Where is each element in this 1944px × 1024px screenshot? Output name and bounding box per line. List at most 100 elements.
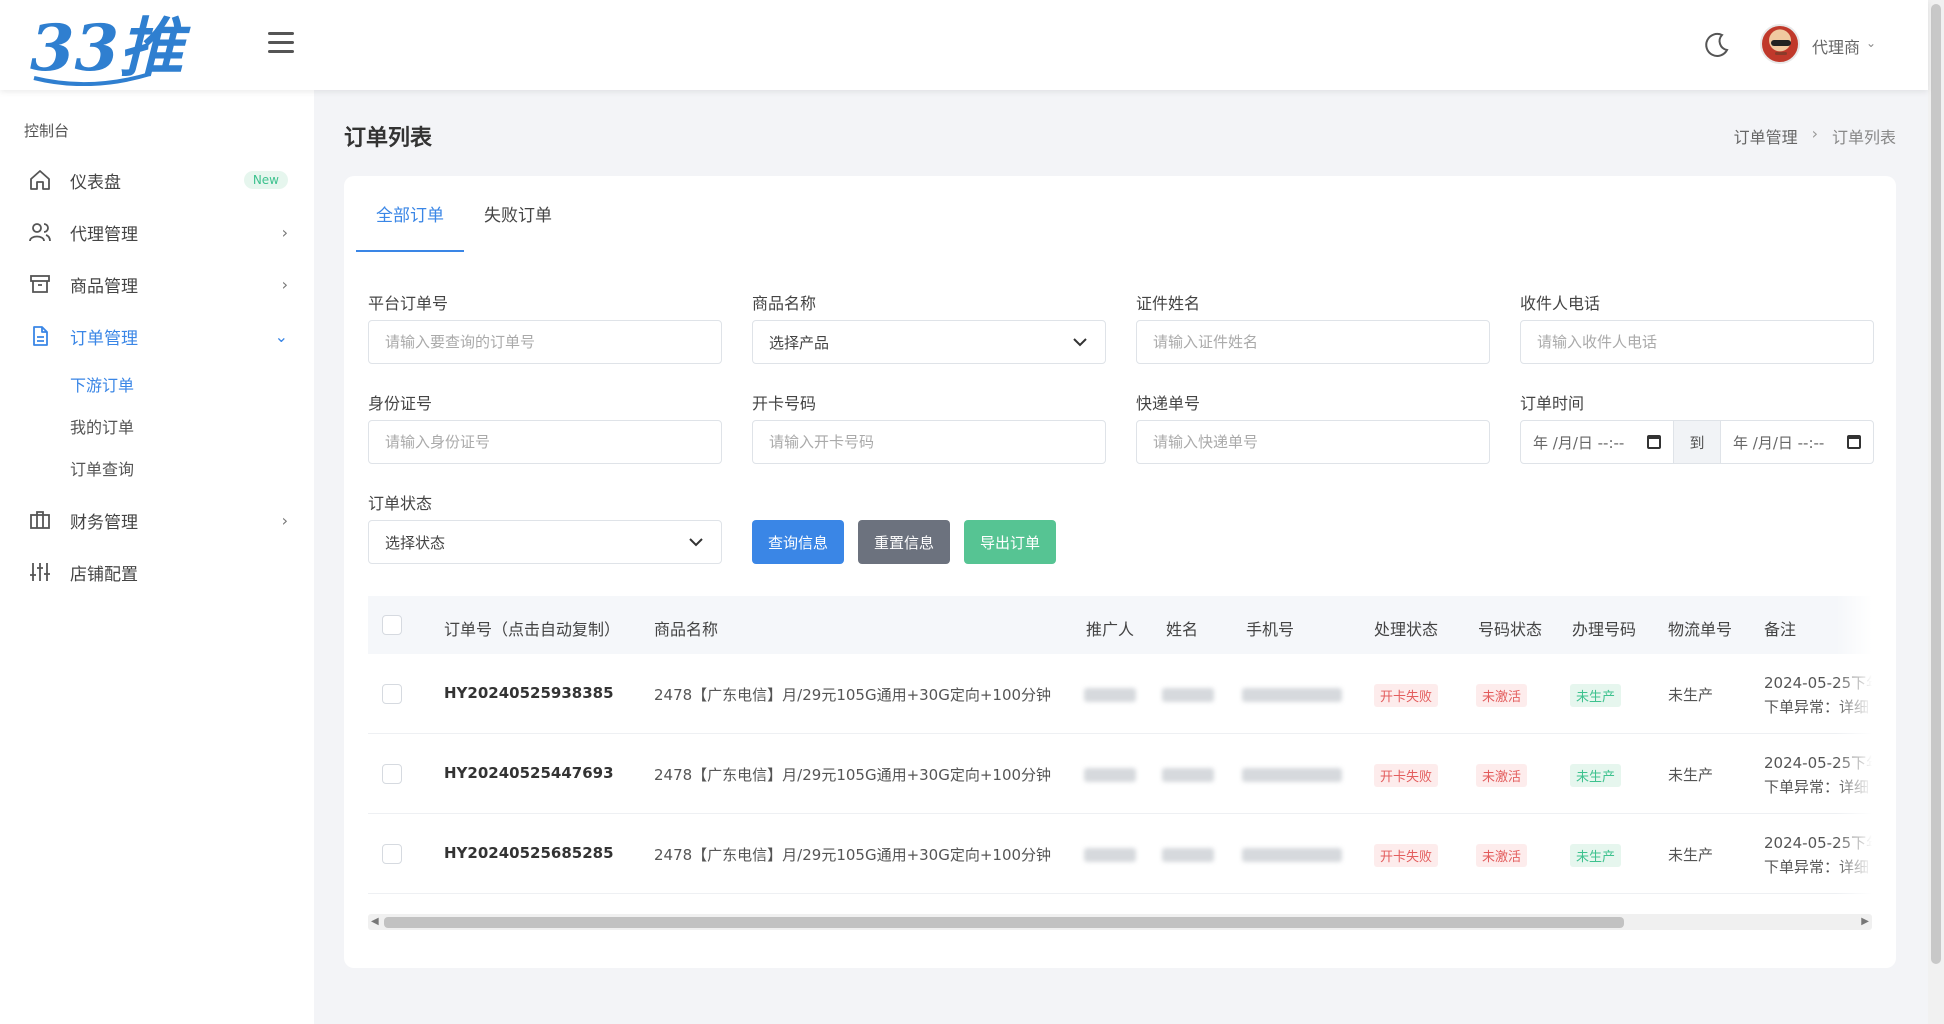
- order-status-label: 订单状态: [368, 494, 433, 513]
- order-no-cell[interactable]: HY20240525447693: [444, 764, 614, 782]
- logistics-cell: 未生产: [1668, 846, 1714, 864]
- product-name-label: 商品名称: [752, 294, 817, 313]
- header-order-no: 订单号（点击自动复制）: [444, 620, 621, 639]
- order-time-end-input[interactable]: 年 /月/日 --:--: [1720, 420, 1874, 464]
- table-row[interactable]: HY20240525938385 2478【广东电信】月/29元105G通用+3…: [368, 654, 1872, 734]
- sidebar-item-label: 仪表盘: [70, 172, 121, 193]
- handle-number-badge: 未生产: [1570, 684, 1622, 707]
- receiver-phone-input[interactable]: [1520, 320, 1874, 364]
- query-button[interactable]: 查询信息: [752, 520, 845, 564]
- brand-logo[interactable]: 33推: [30, 8, 220, 86]
- table-header: 订单号（点击自动复制） 商品名称 推广人 姓名 手机号 处理状态 号码状态 办理…: [368, 596, 1872, 654]
- tab-failed-orders[interactable]: 失败订单: [464, 176, 572, 252]
- breadcrumb-item-order-management[interactable]: 订单管理: [1734, 124, 1798, 148]
- reset-button[interactable]: 重置信息: [858, 520, 951, 564]
- product-cell: 2478【广东电信】月/29元105G通用+30G定向+100分钟: [654, 766, 1052, 784]
- vertical-scroll-thumb[interactable]: [1931, 4, 1941, 964]
- user-avatar[interactable]: [1760, 24, 1800, 64]
- promoter-blurred: [1084, 688, 1136, 702]
- sidebar-subitem-my-orders[interactable]: 我的订单: [70, 414, 134, 438]
- tab-all-orders[interactable]: 全部订单: [356, 176, 464, 252]
- platform-order-label: 平台订单号: [368, 294, 449, 313]
- sidebar-item-label: 财务管理: [70, 512, 138, 533]
- sidebar-item-label: 订单管理: [70, 328, 138, 349]
- horizontal-scroll-thumb[interactable]: [384, 917, 1624, 928]
- table-row[interactable]: HY20240525685285 2478【广东电信】月/29元105G通用+3…: [368, 814, 1872, 894]
- users-icon: [29, 223, 51, 242]
- phone-blurred: [1242, 848, 1342, 862]
- user-chevron-down-icon[interactable]: ⌄: [1866, 36, 1876, 50]
- header-number-status: 号码状态: [1478, 620, 1543, 639]
- receiver-phone-label: 收件人电话: [1520, 294, 1601, 313]
- order-time-start-input[interactable]: 年 /月/日 --:--: [1520, 420, 1674, 464]
- scroll-left-arrow-icon[interactable]: ◀: [371, 914, 379, 930]
- card-number-input[interactable]: [752, 420, 1106, 464]
- scroll-right-arrow-icon[interactable]: ▶: [1861, 914, 1869, 930]
- header-process-status: 处理状态: [1374, 620, 1439, 639]
- logo-text: 33推: [30, 11, 191, 86]
- row-checkbox[interactable]: [382, 764, 402, 784]
- table-horizontal-scrollbar[interactable]: ◀ ▶: [368, 914, 1872, 930]
- order-time-start-value: 年 /月/日 --:--: [1533, 433, 1625, 452]
- sidebar-subitem-downstream-orders[interactable]: 下游订单: [70, 372, 134, 396]
- sidebar-item-label: 商品管理: [70, 276, 138, 297]
- express-no-input[interactable]: [1136, 420, 1490, 464]
- table-row[interactable]: HY20240525447693 2478【广东电信】月/29元105G通用+3…: [368, 734, 1872, 814]
- platform-order-input[interactable]: [368, 320, 722, 364]
- export-button[interactable]: 导出订单: [964, 520, 1057, 564]
- handle-number-badge: 未生产: [1570, 764, 1622, 787]
- breadcrumb-separator-icon: ›: [1811, 124, 1818, 143]
- row-checkbox[interactable]: [382, 844, 402, 864]
- archive-box-icon: [30, 275, 50, 293]
- sidebar-subitem-order-query[interactable]: 订单查询: [70, 456, 134, 480]
- id-number-input[interactable]: [368, 420, 722, 464]
- product-cell: 2478【广东电信】月/29元105G通用+30G定向+100分钟: [654, 686, 1052, 704]
- order-no-cell[interactable]: HY20240525938385: [444, 684, 614, 702]
- row-checkbox[interactable]: [382, 684, 402, 704]
- sidebar-item-products[interactable]: 商品管理 ›: [28, 264, 288, 304]
- calendar-icon[interactable]: [1847, 435, 1861, 449]
- breadcrumb-item-order-list: 订单列表: [1831, 128, 1896, 147]
- page-vertical-scrollbar[interactable]: [1928, 0, 1944, 1024]
- promoter-blurred: [1084, 768, 1136, 782]
- date-range-separator: 到: [1674, 420, 1720, 464]
- table-overflow-fade: [1836, 596, 1872, 896]
- logistics-cell: 未生产: [1668, 686, 1714, 704]
- sidebar-item-store-config[interactable]: 店铺配置: [28, 552, 288, 592]
- process-status-badge: 开卡失败: [1374, 764, 1439, 787]
- name-blurred: [1162, 688, 1214, 702]
- header-logistics: 物流单号: [1668, 620, 1733, 639]
- id-name-input[interactable]: [1136, 320, 1490, 364]
- calendar-icon[interactable]: [1647, 435, 1661, 449]
- order-time-end-value: 年 /月/日 --:--: [1733, 433, 1825, 452]
- top-header: 33推 代理商 ⌄: [0, 0, 1928, 90]
- dark-mode-moon-icon[interactable]: [1702, 30, 1732, 60]
- phone-blurred: [1242, 768, 1342, 782]
- id-number-label: 身份证号: [368, 394, 433, 413]
- order-no-cell[interactable]: HY20240525685285: [444, 844, 614, 862]
- product-select-value: 选择产品: [769, 333, 830, 352]
- chevron-right-icon: ›: [281, 274, 288, 294]
- phone-blurred: [1242, 688, 1342, 702]
- select-all-checkbox[interactable]: [382, 615, 402, 635]
- order-tabs: 全部订单 失败订单: [356, 176, 572, 252]
- product-select[interactable]: 选择产品: [752, 320, 1106, 364]
- number-status-badge: 未激活: [1476, 764, 1528, 787]
- menu-toggle-icon[interactable]: [268, 32, 294, 54]
- sidebar-item-orders[interactable]: 订单管理 ⌄: [28, 316, 288, 356]
- process-status-badge: 开卡失败: [1374, 844, 1439, 867]
- header-name: 姓名: [1166, 620, 1199, 639]
- sidebar-item-label: 店铺配置: [70, 564, 138, 585]
- sidebar-item-finance[interactable]: 财务管理 ›: [28, 500, 288, 540]
- order-status-value: 选择状态: [385, 533, 446, 552]
- sliders-icon: [30, 563, 50, 581]
- briefcase-icon: [30, 511, 50, 529]
- chevron-down-icon: [689, 538, 703, 547]
- order-status-select[interactable]: 选择状态: [368, 520, 722, 564]
- sidebar-item-agents[interactable]: 代理管理 ›: [28, 212, 288, 252]
- sidebar-item-dashboard[interactable]: 仪表盘 New: [28, 160, 288, 200]
- id-name-label: 证件姓名: [1136, 294, 1201, 313]
- header-promoter: 推广人: [1086, 620, 1135, 639]
- user-name[interactable]: 代理商: [1812, 34, 1860, 58]
- sidebar-item-label: 代理管理: [70, 224, 138, 245]
